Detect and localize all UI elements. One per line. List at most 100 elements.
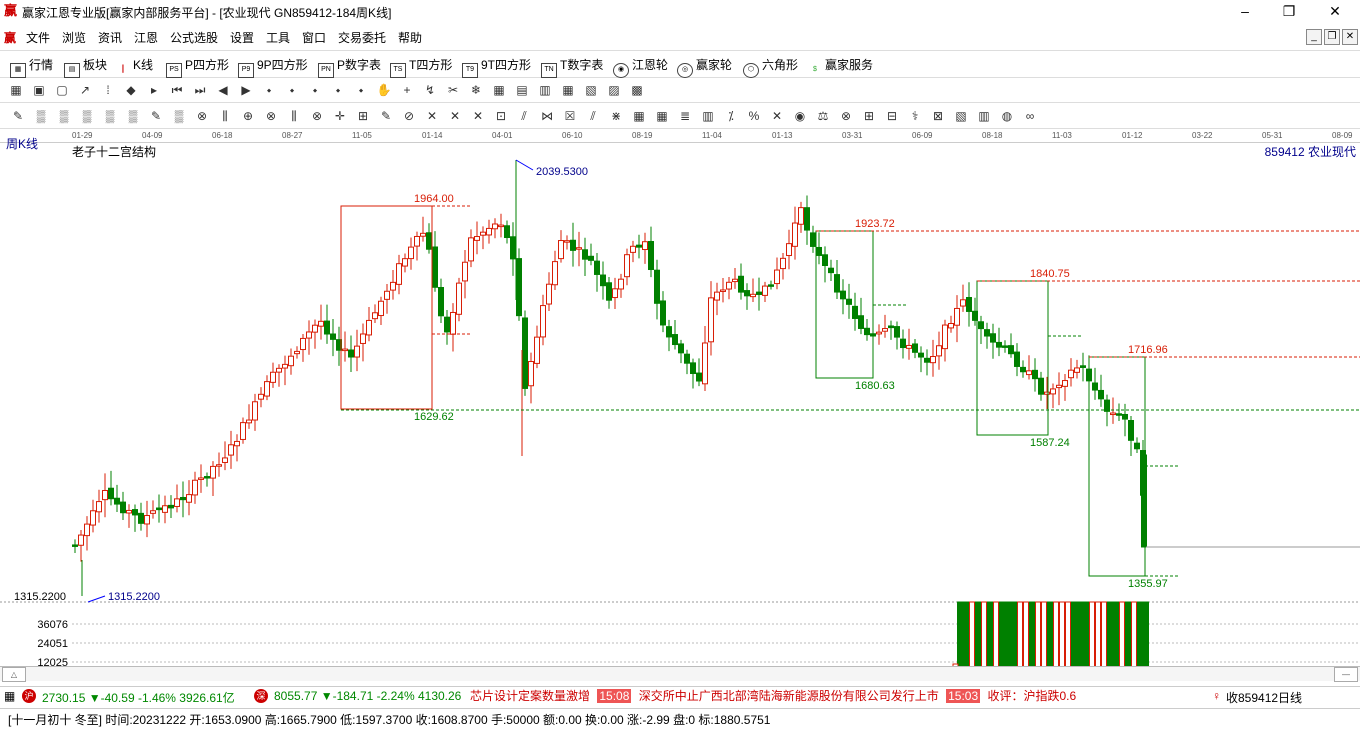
tool-icon[interactable]: ▥ [537,82,553,98]
maximize-button[interactable]: ❐ [1266,2,1312,22]
tb-t9-button[interactable]: T9 9T四方形 [462,56,531,78]
draw-tool-icon[interactable]: ✛ [332,108,348,124]
tool-icon[interactable]: ▦ [560,82,576,98]
draw-tool-icon[interactable]: ✎ [10,108,26,124]
tb-quotes-button[interactable]: ▦ 行情 [10,56,53,78]
menu-tools[interactable]: 工具 [266,29,290,46]
alarm-icon[interactable]: ♀ [1212,689,1221,703]
draw-tool-icon[interactable]: ▦ [631,108,647,124]
tool-icon[interactable]: ▦ [491,82,507,98]
tool-icon[interactable]: ▣ [31,82,47,98]
tool-icon[interactable]: ↯ [422,82,438,98]
draw-tool-icon[interactable]: ▒ [171,108,187,124]
tool-icon[interactable]: ▨ [606,82,622,98]
candlestick-chart[interactable]: 1964.00 1629.62 1923.72 1680.63 1840.75 1587.… [0,142,1360,682]
menu-settings[interactable]: 设置 [230,29,254,46]
minimize-button[interactable]: – [1222,2,1268,22]
draw-tool-icon[interactable]: ⊡ [493,108,509,124]
draw-tool-icon[interactable]: ☒ [562,108,578,124]
tool-icon[interactable]: ◆ [123,82,139,98]
tool-icon[interactable]: ⬩ [284,82,300,98]
draw-tool-icon[interactable]: ▥ [976,108,992,124]
tb-p9-button[interactable]: P9 9P四方形 [238,56,308,78]
draw-tool-icon[interactable]: ⊞ [355,108,371,124]
horizontal-scrollbar[interactable]: △ — [0,666,1360,682]
tb-kline-button[interactable]: ┃ K线 [116,56,153,77]
menu-info[interactable]: 资讯 [98,29,122,46]
tool-icon[interactable]: ▩ [629,82,645,98]
draw-tool-icon[interactable]: ⊘ [401,108,417,124]
tool-icon[interactable]: ⬩ [261,82,277,98]
menu-window[interactable]: 窗口 [302,29,326,46]
tool-icon[interactable]: ❄ [468,82,484,98]
draw-tool-icon[interactable]: ⊗ [309,108,325,124]
draw-tool-icon[interactable]: ✕ [447,108,463,124]
grid-small-icon[interactable]: ▦ [4,689,15,703]
draw-tool-icon[interactable]: % [746,108,762,124]
tb-gann-wheel-button[interactable]: ◉ 江恩轮 [613,56,668,78]
draw-tool-icon[interactable]: ⊗ [194,108,210,124]
tool-icon[interactable]: ⏮ [169,82,185,98]
tool-icon[interactable]: ⁞ [100,82,116,98]
tool-icon[interactable]: ↗ [77,82,93,98]
menu-trade[interactable]: 交易委托 [338,29,386,46]
tb-hexagon-button[interactable]: ⬡ 六角形 [743,56,798,78]
draw-tool-icon[interactable]: ⊟ [884,108,900,124]
draw-tool-icon[interactable]: ⊗ [838,108,854,124]
draw-tool-icon[interactable]: ▒ [56,108,72,124]
draw-tool-icon[interactable]: ▥ [700,108,716,124]
tool-icon[interactable]: + [399,82,415,98]
draw-tool-icon[interactable]: ⋇ [608,108,624,124]
tb-sector-button[interactable]: ▤ 板块 [64,56,107,78]
tool-icon[interactable]: ▸ [146,82,162,98]
tool-icon[interactable]: ▶ [238,82,254,98]
draw-tool-icon[interactable]: ✎ [148,108,164,124]
mdi-minimize-button[interactable]: _ [1306,29,1322,45]
tool-icon[interactable]: ▢ [54,82,70,98]
draw-tool-icon[interactable]: ✕ [424,108,440,124]
draw-tool-icon[interactable]: ◍ [999,108,1015,124]
tool-icon[interactable]: ⬩ [330,82,346,98]
draw-tool-icon[interactable]: ⫼ [286,108,302,124]
draw-tool-icon[interactable]: ⊕ [240,108,256,124]
draw-tool-icon[interactable]: ≣ [677,108,693,124]
draw-tool-icon[interactable]: ▦ [654,108,670,124]
draw-tool-icon[interactable]: ⁒ [723,108,739,124]
news-ticker[interactable]: 芯片设计定案数量激增 15:08 深交所中止广西北部湾陆海新能源股份有限公司发行… [470,687,1206,705]
draw-tool-icon[interactable]: ⊞ [861,108,877,124]
draw-tool-icon[interactable]: ⊠ [930,108,946,124]
draw-tool-icon[interactable]: ⚕ [907,108,923,124]
tool-icon[interactable]: ▦ [8,82,24,98]
draw-tool-icon[interactable]: ⊗ [263,108,279,124]
draw-tool-icon[interactable]: ⫽ [585,108,601,124]
tb-service-button[interactable]: $ 赢家服务 [808,56,873,77]
tool-icon[interactable]: ◀ [215,82,231,98]
tool-icon[interactable]: ✂ [445,82,461,98]
mdi-close-button[interactable]: ✕ [1342,29,1358,45]
draw-tool-icon[interactable]: ▒ [33,108,49,124]
draw-tool-icon[interactable]: ▧ [953,108,969,124]
close-button[interactable]: ✕ [1312,2,1358,22]
draw-tool-icon[interactable]: ✕ [470,108,486,124]
menu-formula[interactable]: 公式选股 [170,29,218,46]
draw-tool-icon[interactable]: ⋈ [539,108,555,124]
tool-icon[interactable]: ▧ [583,82,599,98]
tool-icon[interactable]: ✋ [376,82,392,98]
scroll-left-icon[interactable]: △ [2,667,26,682]
draw-tool-icon[interactable]: ⚖ [815,108,831,124]
draw-tool-icon[interactable]: ▒ [125,108,141,124]
tb-win-wheel-button[interactable]: ◎ 赢家轮 [677,56,732,78]
tb-ps-button[interactable]: PS P四方形 [166,56,229,78]
tb-pn-button[interactable]: PN P数字表 [318,56,381,78]
draw-tool-icon[interactable]: ⫼ [217,108,233,124]
tool-icon[interactable]: ▤ [514,82,530,98]
menu-file[interactable]: 文件 [26,29,50,46]
menu-browse[interactable]: 浏览 [62,29,86,46]
draw-tool-icon[interactable]: ✎ [378,108,394,124]
draw-tool-icon[interactable]: ✕ [769,108,785,124]
menu-gann[interactable]: 江恩 [134,29,158,46]
draw-tool-icon[interactable]: ∞ [1022,108,1038,124]
tool-icon[interactable]: ⬩ [307,82,323,98]
tool-icon[interactable]: ⏭ [192,82,208,98]
tb-ts-button[interactable]: TS T四方形 [390,56,452,78]
